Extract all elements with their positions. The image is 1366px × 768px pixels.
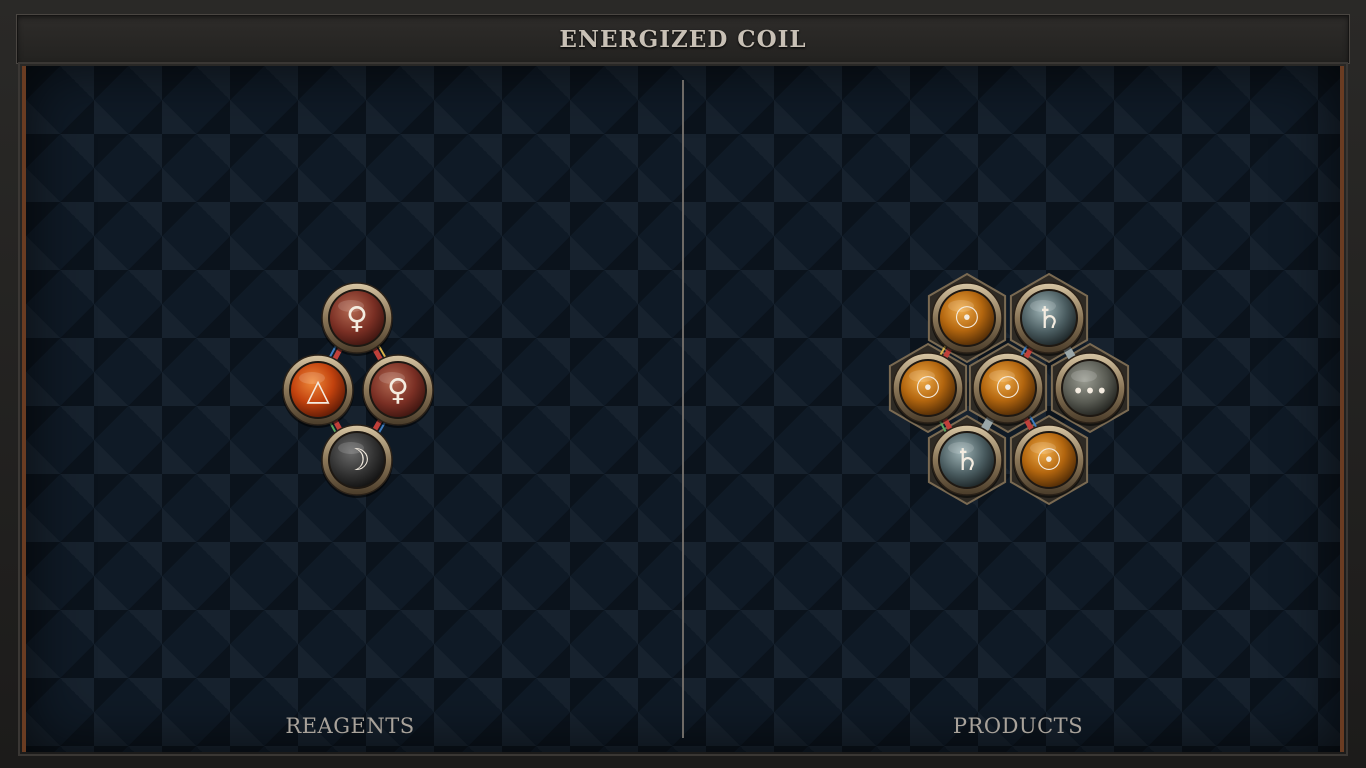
gold-symbol-icon: ☉ bbox=[1036, 443, 1063, 478]
reagent-atom-copper[interactable]: ♀ bbox=[321, 282, 393, 356]
product-atom-gold[interactable]: ☉ bbox=[892, 352, 964, 426]
silver-symbol-icon: ☽ bbox=[344, 443, 371, 478]
lead-symbol-icon: ♄ bbox=[954, 443, 981, 478]
reagent-molecule: ♀ △ ♀ ☽ bbox=[282, 282, 434, 498]
product-atom-lead[interactable]: ♄ bbox=[1013, 282, 1085, 356]
copper-symbol-icon: ♀ bbox=[346, 301, 368, 336]
product-atom-lead[interactable]: ♄ bbox=[931, 424, 1003, 498]
molecule-canvas: ♀ △ ♀ ☽ ☉ ♄ ☉ ☉ ••• ♄ ☉ bbox=[282, 272, 1130, 506]
reagents-label: REAGENTS bbox=[285, 714, 415, 738]
product-atom-gold[interactable]: ☉ bbox=[931, 282, 1003, 356]
products-label: PRODUCTS bbox=[952, 714, 1084, 738]
product-atom-gold[interactable]: ☉ bbox=[1013, 424, 1085, 498]
quicksilver-symbol-icon: ••• bbox=[1072, 379, 1107, 403]
reagent-atom-copper[interactable]: ♀ bbox=[362, 354, 434, 428]
gold-symbol-icon: ☉ bbox=[915, 371, 942, 406]
product-atom-quicksilver[interactable]: ••• bbox=[1054, 352, 1126, 426]
product-molecule: ☉ ♄ ☉ ☉ ••• ♄ ☉ bbox=[888, 272, 1130, 506]
copper-symbol-icon: ♀ bbox=[387, 373, 409, 408]
gold-symbol-icon: ☉ bbox=[954, 301, 981, 336]
lead-symbol-icon: ♄ bbox=[1036, 301, 1063, 336]
fire-symbol-icon: △ bbox=[306, 373, 329, 408]
gold-symbol-icon: ☉ bbox=[995, 371, 1022, 406]
reagent-atom-silver[interactable]: ☽ bbox=[321, 424, 393, 498]
product-atom-gold[interactable]: ☉ bbox=[972, 352, 1044, 426]
reagent-atom-fire[interactable]: △ bbox=[282, 354, 354, 428]
